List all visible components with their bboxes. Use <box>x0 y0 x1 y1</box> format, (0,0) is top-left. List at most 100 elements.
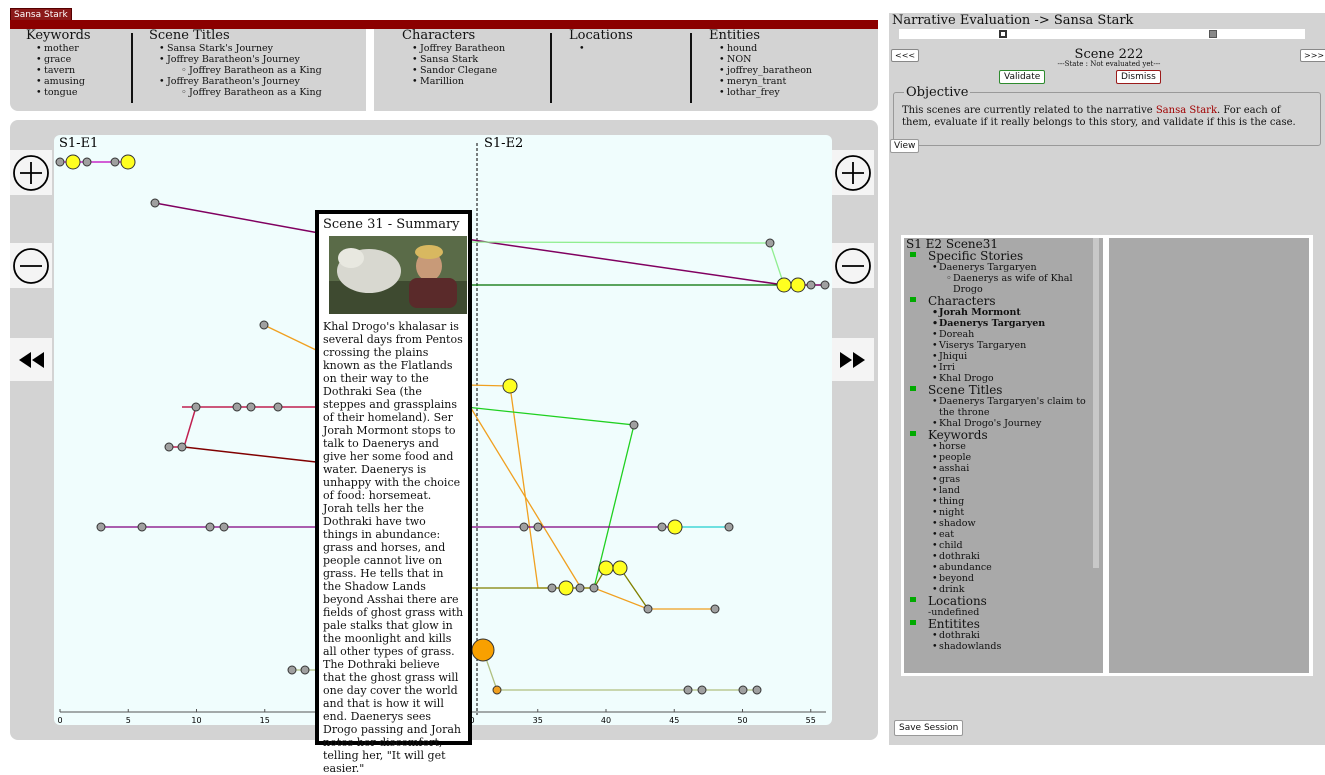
scrollbar[interactable] <box>1093 238 1099 568</box>
scene-node[interactable] <box>629 420 639 430</box>
scene-node[interactable] <box>519 522 529 532</box>
section-marker-icon[interactable] <box>910 252 916 257</box>
story-line[interactable] <box>154 202 320 234</box>
story-line[interactable] <box>169 406 198 448</box>
scene-node[interactable] <box>710 604 720 614</box>
scene-node[interactable] <box>776 277 792 293</box>
facet-keywords: Keywords mothergracetavernamusingtongue <box>20 29 132 111</box>
prev-scene-button[interactable]: <<< <box>891 49 920 62</box>
x-tick-label: 45 <box>669 716 679 725</box>
divider <box>131 33 133 103</box>
story-line[interactable] <box>465 399 582 589</box>
section-marker-icon[interactable] <box>910 597 916 602</box>
story-line[interactable] <box>183 446 317 463</box>
scene-node[interactable] <box>765 238 775 248</box>
scene-node[interactable] <box>287 665 297 675</box>
scene-node[interactable] <box>667 519 683 535</box>
scene-node[interactable] <box>752 685 762 695</box>
zoom-out-right-button[interactable] <box>832 243 874 288</box>
story-line[interactable] <box>482 649 757 691</box>
scene-node[interactable] <box>164 442 174 452</box>
scene-node[interactable] <box>598 560 614 576</box>
facet-item: meryn_trant <box>727 76 873 87</box>
section-marker-icon[interactable] <box>910 431 916 436</box>
zoom-in-left-button[interactable] <box>10 150 52 195</box>
scene-node[interactable] <box>806 280 816 290</box>
story-line[interactable] <box>263 324 317 351</box>
objective-label: Objective <box>904 85 971 100</box>
section-item: thing <box>939 496 1103 507</box>
story-line[interactable] <box>465 384 715 610</box>
scene-node[interactable] <box>120 154 136 170</box>
details-section: Keywords <box>904 429 1103 441</box>
scene-node[interactable] <box>558 580 574 596</box>
scene-node[interactable] <box>657 522 667 532</box>
scroll-right-button[interactable] <box>832 338 874 381</box>
scene-node[interactable] <box>697 685 707 695</box>
scene-node[interactable] <box>65 154 81 170</box>
episode-label: S1-E2 <box>484 136 523 151</box>
scene-node[interactable] <box>232 402 242 412</box>
scene-node[interactable] <box>150 198 160 208</box>
facet-item: Sansa Stark <box>420 54 546 65</box>
scene-details-box: S1 E2 Scene31 Specific StoriesDaenerys T… <box>901 235 1313 676</box>
next-scene-button[interactable]: >>> <box>1300 49 1325 62</box>
narrative-link[interactable]: Sansa Stark <box>1156 105 1217 116</box>
scene-node[interactable] <box>502 378 518 394</box>
validate-button[interactable]: Validate <box>999 70 1046 84</box>
section-item: land <box>939 485 1103 496</box>
scene-node[interactable] <box>547 583 557 593</box>
scene-node[interactable] <box>219 522 229 532</box>
zoom-out-left-button[interactable] <box>10 243 52 288</box>
save-session-button[interactable]: Save Session <box>894 720 964 736</box>
section-marker-icon[interactable] <box>910 297 916 302</box>
x-tick-label: 40 <box>601 716 611 725</box>
scroll-left-button[interactable] <box>10 338 52 381</box>
scene-node[interactable] <box>205 522 215 532</box>
scene-node[interactable] <box>110 157 120 167</box>
view-button[interactable]: View <box>890 139 920 153</box>
story-line[interactable] <box>465 406 635 589</box>
scene-node[interactable] <box>643 604 653 614</box>
scene-node[interactable] <box>191 402 201 412</box>
section-item: dothraki <box>939 551 1103 562</box>
scene-node[interactable] <box>820 280 830 290</box>
slider-handle[interactable] <box>1209 30 1217 38</box>
facet-entities: Entities houndNONjoffrey_baratheonmeryn_… <box>703 29 873 111</box>
scene-node[interactable] <box>575 583 585 593</box>
section-item: dothraki <box>939 630 1103 641</box>
scene-node[interactable] <box>137 522 147 532</box>
scene-node[interactable] <box>589 583 599 593</box>
scene-node[interactable] <box>683 685 693 695</box>
scene-node[interactable] <box>724 522 734 532</box>
scene-node[interactable] <box>273 402 283 412</box>
scene-node[interactable] <box>55 157 65 167</box>
facet-item: Joffrey Baratheon's Journey <box>167 54 363 65</box>
scene-node[interactable] <box>612 560 628 576</box>
scene-node[interactable] <box>738 685 748 695</box>
dismiss-button[interactable]: Dismiss <box>1116 70 1161 84</box>
scene-node[interactable] <box>177 442 187 452</box>
facet-item: hound <box>727 43 873 54</box>
scene-node[interactable] <box>533 522 543 532</box>
scene-node[interactable] <box>82 157 92 167</box>
slider-handle-current[interactable] <box>999 30 1007 38</box>
scene-node[interactable] <box>259 320 269 330</box>
section-marker-icon[interactable] <box>910 620 916 625</box>
section-item: people <box>939 452 1103 463</box>
scene-node[interactable] <box>790 277 806 293</box>
facet-item: lothar_frey <box>727 87 873 98</box>
scene-node[interactable] <box>246 402 256 412</box>
zoom-in-right-button[interactable] <box>832 150 874 195</box>
scene-details-secondary <box>1109 238 1309 673</box>
scene-node[interactable] <box>471 638 495 662</box>
section-marker-icon[interactable] <box>910 386 916 391</box>
fast-forward-icon <box>840 351 865 368</box>
scene-slider[interactable] <box>899 29 1305 39</box>
scene-node[interactable] <box>96 522 106 532</box>
facet-item: NON <box>727 54 873 65</box>
scene-details-list[interactable]: S1 E2 Scene31 Specific StoriesDaenerys T… <box>904 238 1103 673</box>
scene-node[interactable] <box>300 665 310 675</box>
plus-icon <box>13 154 49 191</box>
scene-node[interactable] <box>492 685 502 695</box>
